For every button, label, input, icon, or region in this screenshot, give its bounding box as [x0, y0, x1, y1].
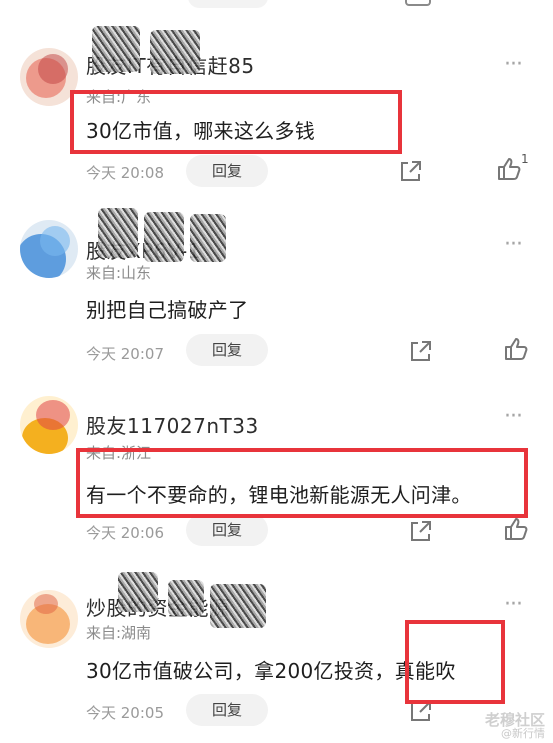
redaction-scribble	[92, 26, 140, 72]
timestamp: 今天 20:05	[86, 704, 164, 722]
more-icon[interactable]: ···	[504, 234, 523, 256]
previous-share-icon[interactable]	[405, 0, 431, 6]
share-icon[interactable]	[408, 338, 434, 364]
redaction-scribble	[118, 572, 158, 612]
avatar[interactable]	[20, 396, 78, 454]
location-label: 来自:山东	[86, 264, 152, 282]
more-icon[interactable]: ···	[504, 594, 523, 616]
location-label: 来自:湖南	[86, 624, 152, 642]
highlight-box	[405, 620, 505, 704]
redaction-scribble	[144, 212, 184, 262]
reply-button[interactable]: 回复	[186, 334, 268, 366]
share-icon[interactable]	[398, 158, 424, 184]
previous-reply-button[interactable]	[188, 0, 268, 8]
more-icon[interactable]: ···	[504, 406, 523, 428]
comment-text: 30亿市值破公司，拿200亿投资，真能吹	[86, 659, 456, 683]
thumbs-up-icon[interactable]	[503, 516, 529, 542]
timestamp: 今天 20:07	[86, 345, 164, 363]
timestamp: 今天 20:06	[86, 524, 164, 542]
redaction-scribble	[150, 30, 200, 74]
thumbs-up-icon[interactable]	[496, 156, 522, 182]
highlight-box	[76, 448, 528, 518]
reply-button[interactable]: 回复	[186, 155, 268, 187]
avatar[interactable]	[20, 590, 78, 648]
reply-button[interactable]: 回复	[186, 514, 268, 546]
watermark-sub: @新行情	[501, 727, 545, 740]
username[interactable]: 股友117027nT33	[86, 410, 259, 439]
share-icon[interactable]	[408, 518, 434, 544]
watermark: 老穆社区 @新行情	[485, 713, 545, 741]
watermark-main: 老穆社区	[484, 711, 545, 729]
like-count: 1	[521, 152, 529, 166]
highlight-box	[70, 90, 402, 154]
redaction-scribble	[190, 214, 226, 262]
reply-button[interactable]: 回复	[186, 694, 268, 726]
avatar[interactable]	[20, 220, 78, 278]
redaction-scribble	[98, 208, 138, 258]
thumbs-up-icon[interactable]	[503, 336, 529, 362]
timestamp: 今天 20:08	[86, 164, 164, 182]
redaction-scribble	[210, 584, 266, 628]
comment-text: 别把自己搞破产了	[86, 298, 249, 322]
more-icon[interactable]: ···	[504, 54, 523, 76]
redaction-scribble	[168, 580, 204, 616]
